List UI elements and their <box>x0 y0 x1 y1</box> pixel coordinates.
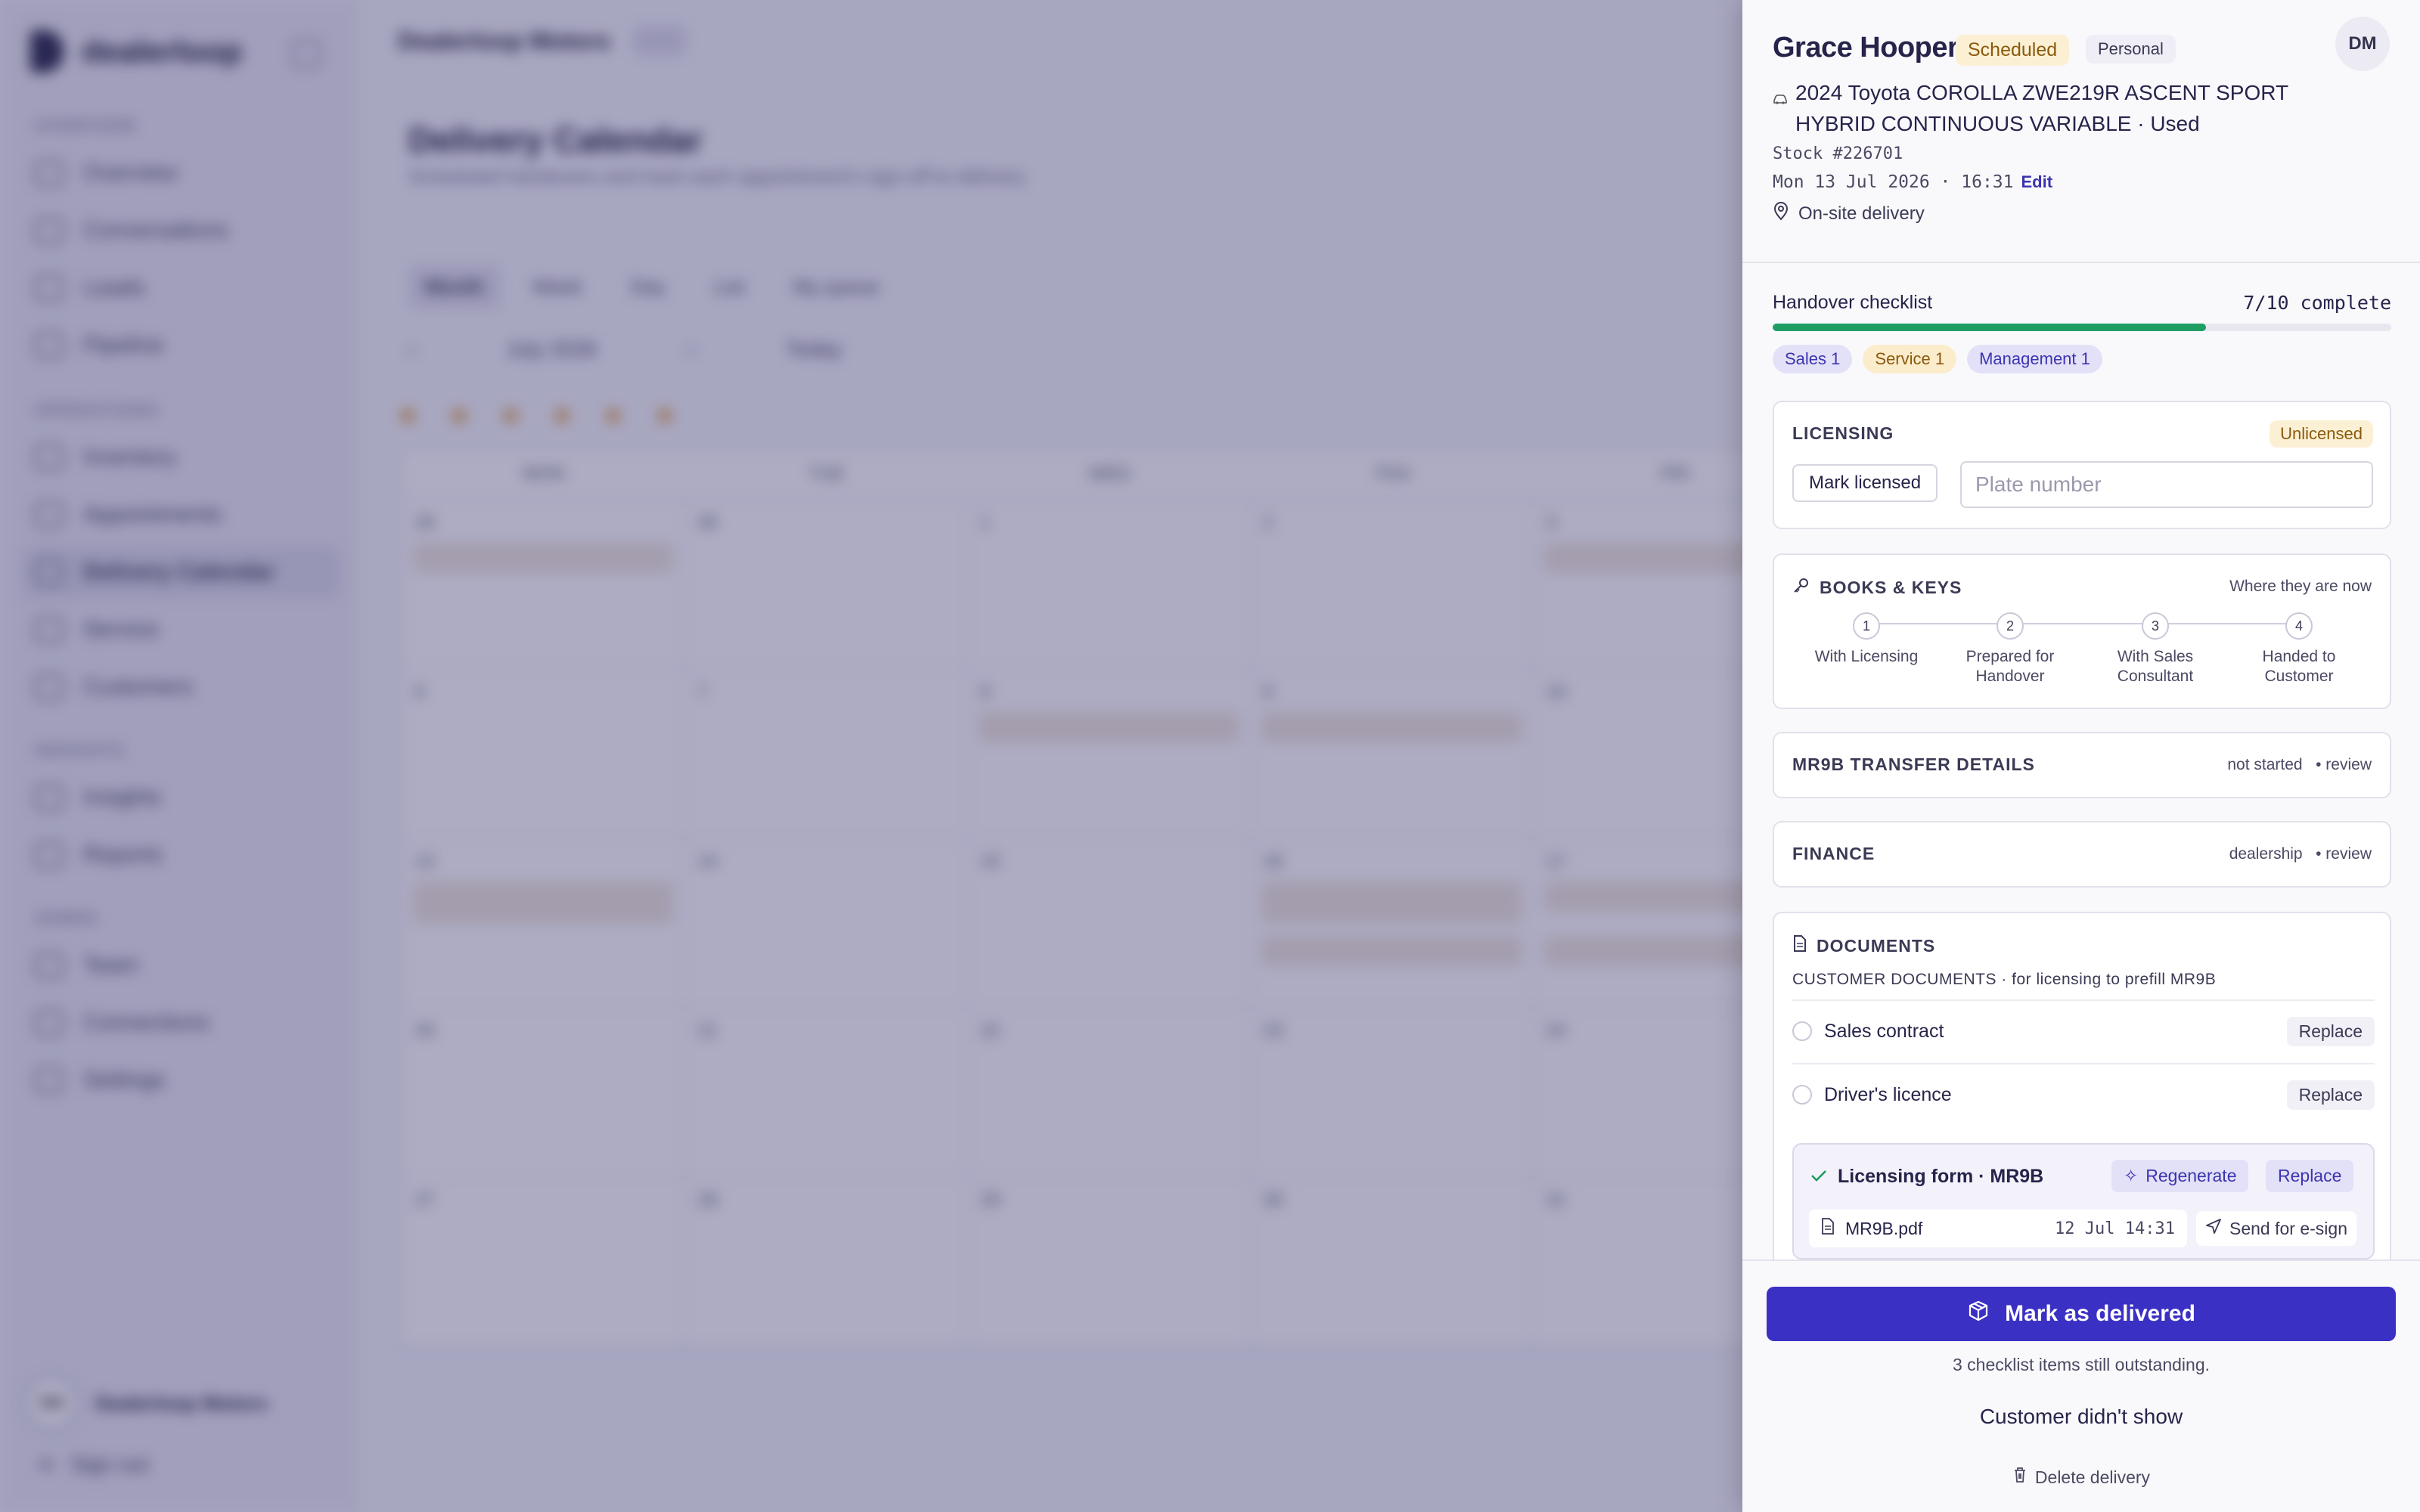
file-timestamp: 12 Jul 14:31 <box>2055 1219 2175 1238</box>
step-number: 1 <box>1853 612 1880 640</box>
licensing-form-title: Licensing form · MR9B <box>1838 1166 2044 1187</box>
documents-card: DOCUMENTS CUSTOMER DOCUMENTS · for licen… <box>1773 912 2391 1290</box>
books-keys-header: BOOKS & KEYS <box>1792 576 1962 599</box>
replace-drivers-licence-button[interactable]: Replace <box>2286 1080 2375 1110</box>
licensing-status-badge: Unlicensed <box>2270 420 2373 448</box>
chip-sales[interactable]: Sales 1 <box>1773 345 1853 373</box>
vehicle-row: 2024 Toyota COROLLA ZWE219R ASCENT SPORT… <box>1773 77 2347 139</box>
checklist-progress-bar <box>1773 324 2391 331</box>
edit-datetime-link[interactable]: Edit <box>2021 172 2053 191</box>
replace-sales-contract-button[interactable]: Replace <box>2286 1016 2375 1046</box>
checkmark-icon <box>1810 1166 1827 1188</box>
mr9b-title: MR9B TRANSFER DETAILS <box>1792 754 2035 774</box>
finance-review-link[interactable]: • review <box>2316 845 2372 863</box>
document-row-sales-contract: Sales contract Replace <box>1792 999 2375 1061</box>
car-icon <box>1773 92 1788 139</box>
file-icon <box>1821 1218 1835 1239</box>
licensing-form-header: Licensing form · MR9B <box>1810 1166 2043 1188</box>
step-label: With Licensing <box>1814 648 1919 665</box>
drivers-licence-status-icon <box>1792 1085 1812 1105</box>
documents-subtitle: CUSTOMER DOCUMENTS · for licensing to pr… <box>1792 971 2217 988</box>
step-label: Prepared for Handover <box>1965 648 2055 685</box>
checklist-count: 7/10 complete <box>2243 292 2391 314</box>
checklist-header: Handover checklist 7/10 complete <box>1773 292 2391 314</box>
checklist-chips: Sales 1 Service 1 Management 1 <box>1773 345 2102 373</box>
mr9b-review-link[interactable]: • review <box>2316 756 2372 773</box>
send-for-esign-button[interactable]: Send for e-sign <box>2196 1211 2356 1246</box>
step-label: With Sales Consultant <box>2117 648 2194 685</box>
finance-title: FINANCE <box>1792 844 1876 863</box>
books-keys-title: BOOKS & KEYS <box>1820 577 1962 597</box>
books-keys-stepper: 1 With Licensing 2 Prepared for Handover 3… <box>1774 612 2393 703</box>
step-handed-to-customer[interactable]: 4 Handed to Customer <box>2238 612 2360 686</box>
chip-service[interactable]: Service 1 <box>1863 345 1957 373</box>
step-label: Handed to Customer <box>2262 648 2336 685</box>
sparkle-icon: ✧ <box>2124 1166 2139 1185</box>
esign-label: Send for e-sign <box>2229 1218 2347 1238</box>
package-icon <box>1967 1300 1990 1328</box>
customer-name: Grace Hooper <box>1773 32 1959 64</box>
location-label: On-site delivery <box>1798 203 1925 224</box>
books-keys-hint: Where they are now <box>2229 578 2372 595</box>
mr9b-status-value: not started <box>2227 756 2303 773</box>
stock-number: Stock #226701 <box>1773 144 1903 163</box>
licensing-title: LICENSING <box>1792 423 1894 443</box>
vehicle-title: 2024 Toyota COROLLA ZWE219R ASCENT SPORT… <box>1795 81 2288 135</box>
type-badge: Personal <box>2086 35 2176 64</box>
mr9b-status: not started • review <box>2227 756 2372 774</box>
outstanding-note: 3 checklist items still outstanding. <box>1952 1355 2211 1374</box>
replace-form-button[interactable]: Replace <box>2266 1160 2354 1192</box>
datetime-value: Mon 13 Jul 2026 · 16:31 <box>1773 172 2014 192</box>
document-name: Driver's licence <box>1824 1083 1952 1105</box>
delete-label: Delete delivery <box>2034 1467 2151 1487</box>
status-badge: Scheduled <box>1956 35 2070 66</box>
step-prepared-for-handover[interactable]: 2 Prepared for Handover <box>1950 612 2071 686</box>
mark-as-delivered-button[interactable]: Mark as delivered <box>1767 1287 2396 1341</box>
finance-status: dealership • review <box>2229 845 2372 863</box>
step-number: 2 <box>1996 612 2024 640</box>
file-attachment[interactable]: MR9B.pdf 12 Jul 14:31 <box>1809 1210 2187 1247</box>
checklist-label: Handover checklist <box>1773 292 1933 313</box>
step-with-sales-consultant[interactable]: 3 With Sales Consultant <box>2095 612 2216 686</box>
document-icon <box>1792 934 1807 957</box>
documents-title: DOCUMENTS <box>1817 935 1936 956</box>
licensing-form-panel: Licensing form · MR9B ✧ Regenerate Repla… <box>1792 1143 2375 1259</box>
send-icon <box>2205 1218 2222 1239</box>
step-number: 4 <box>2285 612 2313 640</box>
drawer-footer: Mark as delivered 3 checklist items stil… <box>1742 1259 2420 1512</box>
licensing-card: LICENSING Unlicensed Mark licensed <box>1773 401 2391 529</box>
regenerate-label: Regenerate <box>2145 1166 2237 1185</box>
books-keys-card: BOOKS & KEYS Where they are now 1 With Li… <box>1773 553 2391 709</box>
checklist-progress-fill <box>1773 324 2206 331</box>
delivery-location: On-site delivery <box>1773 201 1925 226</box>
step-number: 3 <box>2142 612 2169 640</box>
stepper-line <box>1865 623 2296 624</box>
trash-icon <box>2012 1467 2028 1488</box>
drawer-header: Grace Hooper Scheduled Personal DM 2024 … <box>1742 0 2420 263</box>
map-pin-icon <box>1773 201 1789 226</box>
mr9b-transfer-card[interactable]: MR9B TRANSFER DETAILS not started • revi… <box>1773 732 2391 798</box>
regenerate-button[interactable]: ✧ Regenerate <box>2111 1160 2249 1192</box>
chip-management[interactable]: Management 1 <box>1967 345 2102 373</box>
delivery-detail-drawer: Grace Hooper Scheduled Personal DM 2024 … <box>1742 0 2420 1512</box>
avatar[interactable]: DM <box>2335 17 2390 71</box>
document-row-drivers-licence: Driver's licence Replace <box>1792 1063 2375 1125</box>
step-with-licensing[interactable]: 1 With Licensing <box>1806 612 1927 667</box>
finance-card[interactable]: FINANCE dealership • review <box>1773 821 2391 888</box>
key-icon <box>1792 576 1810 599</box>
delete-delivery-button[interactable]: Delete delivery <box>1742 1467 2420 1488</box>
finance-status-value: dealership <box>2229 845 2303 863</box>
sales-contract-status-icon <box>1792 1021 1812 1041</box>
mark-licensed-button[interactable]: Mark licensed <box>1792 464 1938 502</box>
deliver-label: Mark as delivered <box>2005 1301 2195 1326</box>
document-name: Sales contract <box>1824 1020 1944 1042</box>
file-name: MR9B.pdf <box>1845 1218 1923 1238</box>
delivery-datetime: Mon 13 Jul 2026 · 16:31 Edit <box>1773 172 2052 192</box>
documents-header: DOCUMENTS <box>1792 934 1935 957</box>
plate-number-input[interactable] <box>1960 461 2373 508</box>
customer-no-show-button[interactable]: Customer didn't show <box>1742 1405 2420 1429</box>
